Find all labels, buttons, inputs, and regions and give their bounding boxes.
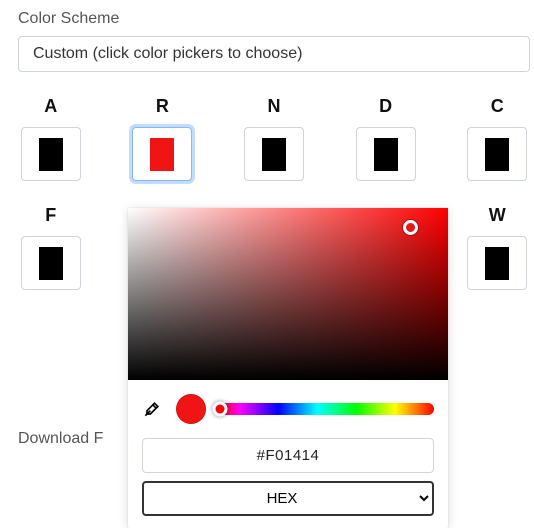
swatch-col-w: W	[464, 205, 530, 290]
swatch-chip-n	[262, 138, 286, 171]
swatch-label-a: A	[44, 96, 57, 117]
swatch-label-w: W	[489, 205, 506, 226]
swatch-col-c: C	[464, 96, 530, 181]
hue-slider[interactable]	[220, 403, 434, 415]
saturation-area[interactable]	[128, 208, 448, 380]
hue-handle[interactable]	[213, 402, 228, 417]
swatch-n[interactable]	[244, 127, 304, 181]
swatch-r[interactable]	[132, 127, 192, 181]
swatch-c[interactable]	[467, 127, 527, 181]
swatch-col-n: N	[241, 96, 307, 181]
hex-input[interactable]	[142, 438, 434, 473]
swatch-col-f: F	[18, 205, 84, 290]
swatch-label-r: R	[156, 96, 169, 117]
swatch-chip-a	[39, 138, 63, 171]
color-preview-dot	[176, 394, 206, 424]
swatch-f[interactable]	[21, 236, 81, 290]
swatch-col-r: R	[130, 96, 196, 181]
swatch-col-a: A	[18, 96, 84, 181]
swatch-d[interactable]	[356, 127, 416, 181]
swatch-chip-c	[485, 138, 509, 171]
saturation-handle[interactable]	[403, 220, 418, 235]
color-format-select[interactable]: HEX	[142, 481, 434, 516]
swatch-label-d: D	[379, 96, 392, 117]
swatch-label-c: C	[491, 96, 504, 117]
swatch-w[interactable]	[467, 236, 527, 290]
swatch-chip-d	[374, 138, 398, 171]
swatch-chip-w	[485, 247, 509, 280]
swatch-label-f: F	[45, 205, 56, 226]
swatch-a[interactable]	[21, 127, 81, 181]
swatch-chip-f	[39, 247, 63, 280]
swatch-chip-r	[150, 138, 174, 171]
color-scheme-select-value: Custom (click color pickers to choose)	[33, 45, 302, 62]
color-scheme-select[interactable]: Custom (click color pickers to choose)	[18, 36, 530, 72]
color-picker-popover: HEX	[128, 208, 448, 528]
swatch-label-n: N	[267, 96, 280, 117]
eyedropper-icon[interactable]	[142, 399, 162, 419]
color-scheme-label: Color Scheme	[18, 10, 530, 28]
swatch-col-d: D	[353, 96, 419, 181]
